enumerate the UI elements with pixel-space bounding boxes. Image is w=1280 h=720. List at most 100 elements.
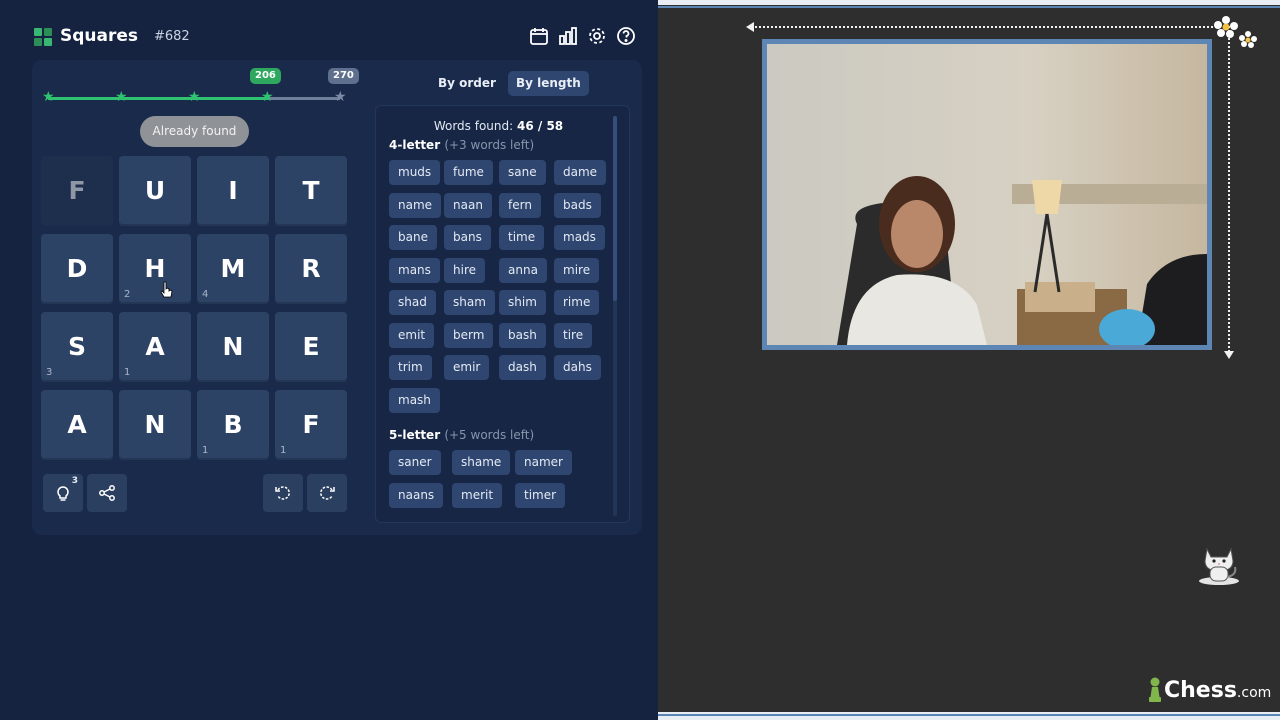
- found-word-chip[interactable]: bans: [444, 225, 491, 250]
- found-word-chip[interactable]: shad: [389, 290, 436, 315]
- arrow-down-icon: [1224, 351, 1234, 359]
- section-words-left: (+3 words left): [444, 138, 535, 152]
- found-word-chip[interactable]: rime: [554, 290, 600, 315]
- letter-tile[interactable]: H2: [119, 234, 191, 304]
- found-word-chip[interactable]: bads: [554, 192, 601, 218]
- found-word-chip[interactable]: mans: [389, 257, 440, 283]
- progress-fill: [48, 97, 268, 100]
- found-word-chip[interactable]: naans: [389, 482, 444, 508]
- letter-tile[interactable]: B1: [197, 390, 269, 460]
- found-word-chip[interactable]: namer: [515, 450, 572, 475]
- found-word-chip[interactable]: berm: [444, 322, 494, 348]
- stats-icon[interactable]: [558, 26, 578, 46]
- found-word-chip[interactable]: time: [499, 225, 545, 250]
- found-word-chip[interactable]: emir: [444, 355, 490, 380]
- tile-letter: N: [144, 410, 166, 439]
- squares-logo-icon: [34, 28, 52, 46]
- tile-letter: T: [302, 176, 320, 205]
- word-section-heading: 5-letter (+5 words left): [389, 428, 534, 442]
- found-word-chip[interactable]: saner: [389, 450, 441, 475]
- found-word-chip[interactable]: name: [389, 192, 442, 218]
- tile-word-count: 1: [280, 445, 287, 456]
- tile-letter: D: [66, 254, 88, 283]
- bottom-border: [658, 712, 1280, 720]
- tile-letter: E: [302, 332, 320, 361]
- found-word-chip[interactable]: naan: [444, 192, 492, 218]
- star-icon: ★: [42, 89, 55, 105]
- found-word-chip[interactable]: tire: [554, 322, 593, 348]
- words-found-value: 46 / 58: [517, 119, 564, 133]
- sort-by-length-button[interactable]: By length: [507, 71, 589, 96]
- letter-tile[interactable]: N: [119, 390, 191, 460]
- tile-letter: A: [145, 332, 165, 361]
- word-list-scrollbar[interactable]: [613, 116, 617, 516]
- found-word-chip[interactable]: muds: [389, 160, 441, 185]
- letter-tile[interactable]: N: [197, 312, 269, 382]
- brand-suffix: .com: [1236, 685, 1272, 701]
- arrow-left-icon: [746, 22, 754, 32]
- found-word-chip[interactable]: hire: [444, 257, 485, 283]
- help-icon[interactable]: [616, 26, 636, 46]
- letter-tile[interactable]: D: [41, 234, 113, 304]
- found-word-chip[interactable]: fern: [499, 192, 541, 218]
- letter-tile[interactable]: A: [41, 390, 113, 460]
- found-word-chip[interactable]: fume: [444, 160, 493, 185]
- overlay-dotted-frame-top: [752, 26, 1228, 28]
- star-icon: ★: [261, 89, 274, 105]
- tile-letter: F: [68, 176, 86, 205]
- letter-tile[interactable]: M4: [197, 234, 269, 304]
- found-word-chip[interactable]: mads: [554, 225, 605, 250]
- letter-tile[interactable]: F1: [275, 390, 347, 460]
- brand-name: Chess: [1164, 678, 1237, 703]
- letter-tile[interactable]: U: [119, 156, 191, 226]
- chesscom-pawn-logo-icon: [1149, 677, 1161, 702]
- letter-tile[interactable]: F: [41, 156, 113, 226]
- tile-word-count: 1: [202, 445, 209, 456]
- found-word-chip[interactable]: shim: [499, 290, 546, 315]
- tile-letter: S: [67, 332, 86, 361]
- found-word-chip[interactable]: dame: [554, 160, 607, 185]
- found-word-chip[interactable]: anna: [499, 257, 547, 283]
- found-word-chip[interactable]: merit: [452, 482, 503, 508]
- score-progress-bar: ★ ★ ★ ★ ★: [42, 90, 348, 106]
- found-word-chip[interactable]: dash: [499, 355, 546, 380]
- tile-letter: H: [144, 254, 166, 283]
- rotate-right-button[interactable]: [307, 474, 347, 512]
- letter-tile[interactable]: R: [275, 234, 347, 304]
- tile-letter: R: [301, 254, 321, 283]
- calendar-icon[interactable]: [529, 26, 549, 46]
- tile-word-count: 2: [124, 289, 131, 300]
- section-words-left: (+5 words left): [444, 428, 535, 442]
- section-title: 5-letter: [389, 428, 441, 442]
- found-word-chip[interactable]: timer: [515, 482, 566, 508]
- found-word-chip[interactable]: sane: [499, 160, 546, 185]
- found-word-chip[interactable]: dahs: [554, 355, 601, 380]
- found-word-chip[interactable]: trim: [389, 355, 432, 380]
- hint-button[interactable]: 3: [43, 474, 83, 512]
- letter-tile[interactable]: T: [275, 156, 347, 226]
- tile-word-count: 3: [46, 367, 53, 378]
- letter-tile[interactable]: S3: [41, 312, 113, 382]
- found-word-chip[interactable]: shame: [452, 450, 511, 475]
- tile-letter: N: [222, 332, 244, 361]
- tile-letter: A: [67, 410, 87, 439]
- hint-count: 3: [71, 476, 78, 486]
- found-word-chip[interactable]: emit: [389, 322, 435, 348]
- letter-tile[interactable]: A1: [119, 312, 191, 382]
- tile-word-count: 1: [124, 367, 131, 378]
- sort-by-order-button[interactable]: By order: [430, 71, 504, 96]
- section-title: 4-letter: [389, 138, 441, 152]
- found-word-chip[interactable]: bane: [389, 225, 437, 250]
- chesscom-logo: Chess.com: [1164, 678, 1271, 703]
- gear-icon[interactable]: [587, 26, 607, 46]
- letter-tile[interactable]: E: [275, 312, 347, 382]
- word-section-heading: 4-letter (+3 words left): [389, 138, 534, 152]
- found-word-chip[interactable]: mash: [389, 387, 440, 413]
- letter-tile[interactable]: I: [197, 156, 269, 226]
- found-word-chip[interactable]: mire: [554, 257, 600, 283]
- found-word-chip[interactable]: sham: [444, 290, 495, 315]
- found-word-chip[interactable]: bash: [499, 322, 546, 348]
- share-button[interactable]: [87, 474, 127, 512]
- star-icon: ★: [115, 89, 128, 105]
- rotate-left-button[interactable]: [263, 474, 303, 512]
